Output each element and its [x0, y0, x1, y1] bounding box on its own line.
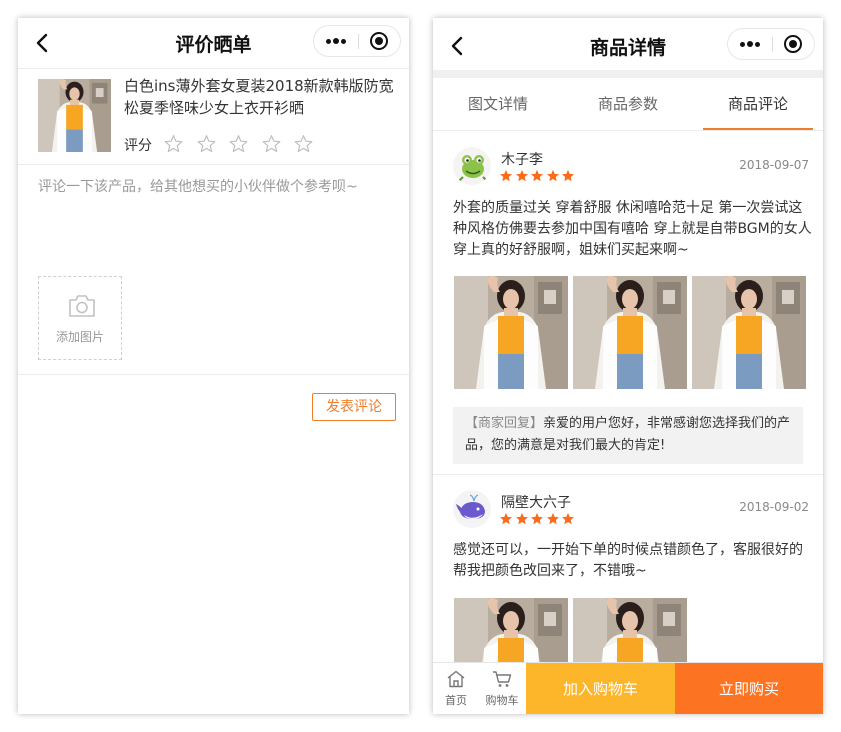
divider	[18, 164, 409, 165]
review-text: 感觉还可以，一开始下单的时候点错颜色了，客服很好的帮我把颜色改回来了，不错哦~	[453, 542, 803, 579]
review-photo[interactable]	[692, 276, 806, 389]
bottom-action-bar: 首页 购物车 加入购物车 立即购买	[433, 662, 823, 714]
review-text: 外套的质量过关 穿着舒服 休闲嘻哈范十足 第一次尝试这种风格仿佛要去参加中国有嘻…	[453, 200, 812, 258]
star-outline-icon[interactable]	[163, 134, 184, 154]
merchant-reply-tag: 【商家回复】	[465, 416, 544, 431]
mini-program-capsule	[727, 28, 815, 60]
divider	[18, 374, 409, 375]
review-photo[interactable]	[573, 276, 687, 389]
frog-avatar-icon	[453, 147, 491, 185]
more-dots-icon[interactable]	[314, 26, 358, 56]
star-filled-icon	[530, 512, 544, 526]
review-user-name: 木子李	[501, 152, 543, 168]
star-filled-icon	[561, 169, 575, 183]
navbar: 评价晒单	[18, 18, 409, 68]
add-photo-label: 添加图片	[55, 330, 104, 344]
tab-product-params[interactable]: 商品参数	[563, 78, 693, 130]
divider	[433, 70, 823, 78]
back-arrow-icon[interactable]	[32, 32, 54, 54]
product-name: 白色ins薄外套女夏装2018新款韩版防宽松夏季怪味少女上衣开衫晒	[124, 77, 394, 117]
review-date: 2018-09-07	[739, 158, 809, 172]
star-filled-icon	[515, 512, 529, 526]
camera-icon	[69, 295, 95, 317]
home-button[interactable]: 首页	[433, 663, 479, 714]
review-photo[interactable]	[454, 276, 568, 389]
product-detail-screen: 商品详情 图文详情 商品参数 商品评论 木子李 2018-09-07 外套的质量…	[433, 18, 823, 714]
review-post-screen: 评价晒单 白色ins薄外套女夏装2018新款韩版防宽松夏季怪味少女上衣开衫晒 评…	[18, 18, 409, 714]
add-to-cart-button[interactable]: 加入购物车	[526, 663, 675, 714]
comment-input[interactable]	[38, 176, 393, 266]
product-thumbnail	[38, 79, 111, 152]
star-filled-icon	[546, 512, 560, 526]
home-icon	[447, 670, 465, 688]
cart-label: 购物车	[485, 694, 519, 707]
divider	[433, 474, 823, 475]
star-filled-icon	[530, 169, 544, 183]
star-outline-icon[interactable]	[261, 134, 282, 154]
tab-image-detail[interactable]: 图文详情	[433, 78, 563, 130]
divider	[433, 130, 823, 131]
rating-label: 评分	[124, 138, 152, 154]
close-target-icon[interactable]	[784, 35, 802, 53]
review-user-name: 隔壁大六子	[501, 495, 571, 511]
tab-product-reviews[interactable]: 商品评论	[693, 78, 823, 130]
mini-program-capsule	[313, 25, 401, 57]
add-photo-button[interactable]: 添加图片	[38, 276, 122, 360]
cart-icon	[493, 671, 512, 687]
star-filled-icon	[515, 169, 529, 183]
divider	[18, 68, 409, 69]
buy-now-button[interactable]: 立即购买	[675, 663, 823, 714]
star-outline-icon[interactable]	[196, 134, 217, 154]
cart-button[interactable]: 购物车	[479, 663, 525, 714]
submit-review-button[interactable]: 发表评论	[312, 393, 396, 421]
star-filled-icon	[561, 512, 575, 526]
whale-avatar-icon	[453, 490, 491, 528]
merchant-reply: 【商家回复】亲爱的用户您好，非常感谢您选择我们的产品，您的满意是对我们最大的肯定…	[453, 407, 803, 464]
star-filled-icon	[499, 169, 513, 183]
star-filled-icon	[499, 512, 513, 526]
review-date: 2018-09-02	[739, 500, 809, 514]
back-arrow-icon[interactable]	[447, 35, 469, 57]
more-dots-icon[interactable]	[728, 29, 772, 59]
home-label: 首页	[445, 694, 467, 707]
navbar: 商品详情	[433, 18, 823, 68]
star-outline-icon[interactable]	[228, 134, 249, 154]
star-outline-icon[interactable]	[293, 134, 314, 154]
close-target-icon[interactable]	[370, 32, 388, 50]
star-filled-icon	[546, 169, 560, 183]
